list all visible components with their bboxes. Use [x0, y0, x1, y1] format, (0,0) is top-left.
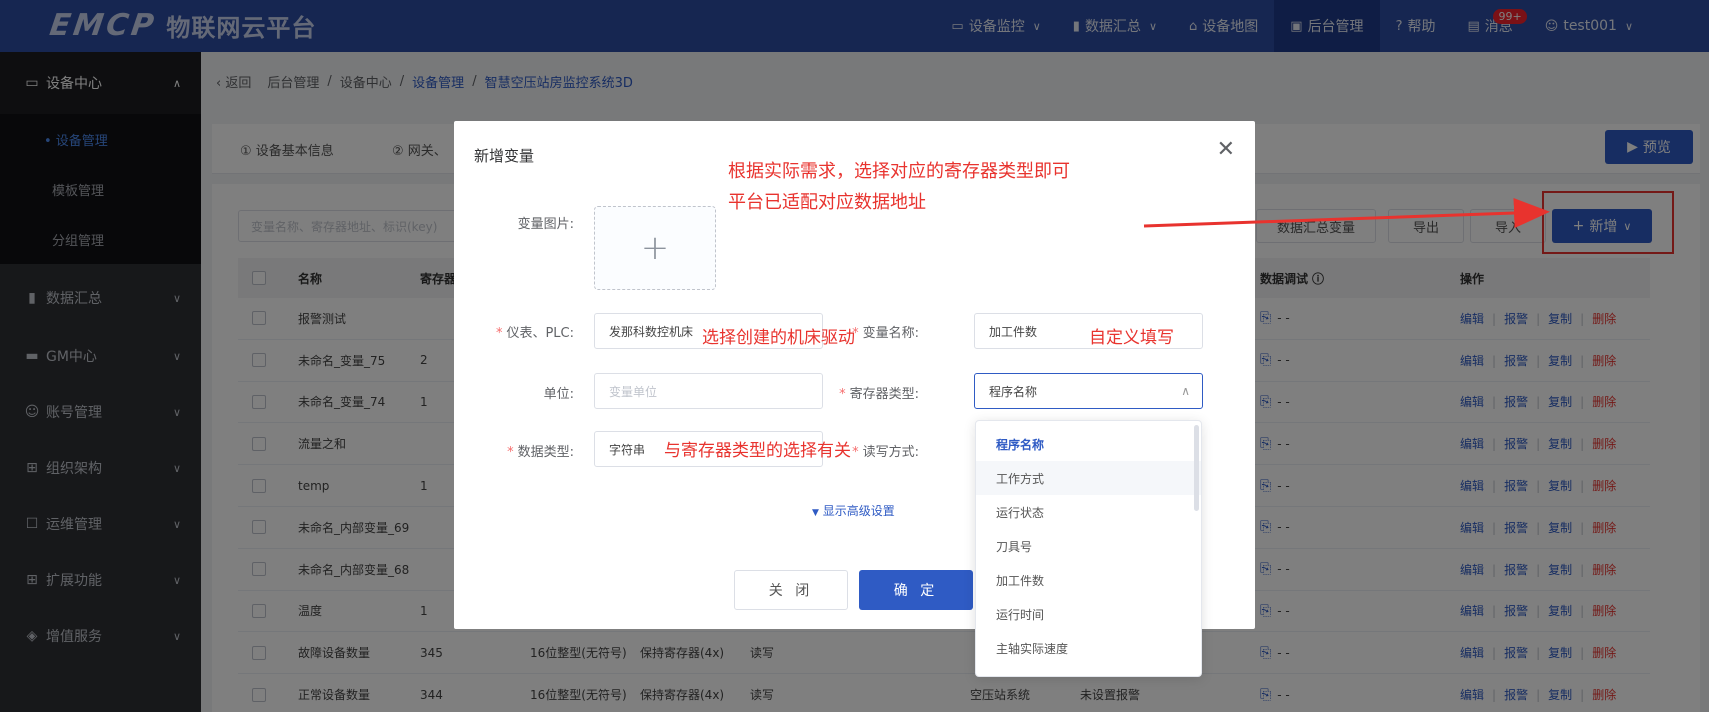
dropdown-option[interactable]: 运行状态: [976, 495, 1201, 529]
dropdown-options: 程序名称 工作方式 运行状态 刀具号 加工件数 运行时间 主轴实际速度: [976, 421, 1201, 665]
dropdown-option[interactable]: 程序名称: [976, 427, 1201, 461]
dropdown-option[interactable]: 运行时间: [976, 597, 1201, 631]
dropdown-scrollbar[interactable]: [1194, 425, 1199, 511]
dropdown-option[interactable]: 工作方式: [976, 461, 1201, 495]
dropdown-option[interactable]: 主轴实际速度: [976, 631, 1201, 665]
dropdown-option[interactable]: 加工件数: [976, 563, 1201, 597]
register-type-dropdown: 程序名称 工作方式 运行状态 刀具号 加工件数 运行时间 主轴实际速度: [975, 420, 1202, 677]
dropdown-option[interactable]: 刀具号: [976, 529, 1201, 563]
annotation-arrow: [1143, 198, 1550, 229]
